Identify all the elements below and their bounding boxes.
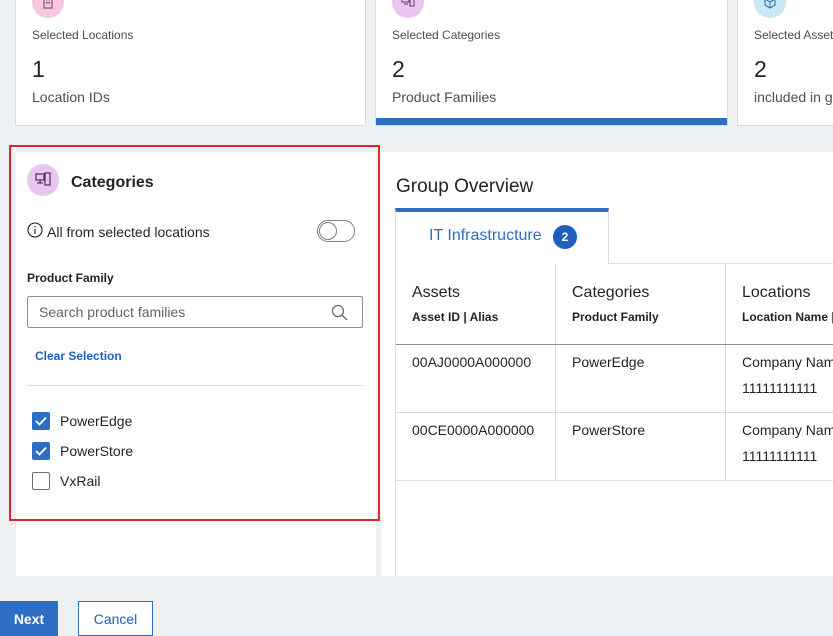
tab-it-infrastructure[interactable]: IT Infrastructure 2	[395, 208, 609, 264]
table-cell-location-id: 11111111111	[742, 380, 818, 396]
table-cell-asset: 00AJ0000A000000	[412, 354, 532, 370]
list-item-label: PowerStore	[60, 443, 134, 459]
list-item-poweredge[interactable]: PowerEdge	[32, 406, 133, 436]
summary-card-sublabel: Location IDs	[32, 89, 110, 105]
computer-icon	[392, 0, 424, 18]
product-family-label: Product Family	[27, 271, 114, 285]
product-family-list: PowerEdge PowerStore VxRail	[32, 406, 133, 496]
computer-icon	[27, 164, 59, 196]
summary-card-count: 2	[392, 56, 405, 82]
summary-card-sublabel: included in g	[754, 89, 833, 105]
clear-selection-link[interactable]: Clear Selection	[35, 349, 122, 363]
list-item-vxrail[interactable]: VxRail	[32, 466, 133, 496]
column-header-categories: Categories	[572, 284, 650, 301]
assets-table: Assets Asset ID | Alias Categories Produ…	[395, 263, 833, 576]
table-cell-category: PowerEdge	[572, 354, 645, 370]
summary-card-count: 2	[754, 56, 767, 82]
summary-card-categories[interactable]: Selected Categories 2 Product Families	[375, 0, 728, 126]
search-input[interactable]	[28, 297, 329, 327]
search-product-families[interactable]	[27, 296, 363, 328]
summary-card-label: Selected Assets	[754, 28, 833, 42]
column-subheader: Asset ID | Alias	[412, 310, 499, 324]
overview-title: Group Overview	[396, 176, 534, 197]
summary-card-sublabel: Product Families	[392, 89, 497, 105]
list-item-label: PowerEdge	[60, 413, 133, 429]
column-subheader: Product Family	[572, 310, 659, 324]
column-divider	[725, 264, 726, 480]
panel-title: Categories	[71, 174, 154, 191]
checkbox-checked[interactable]	[32, 442, 50, 460]
all-locations-row: All from selected locations	[27, 222, 210, 241]
summary-card-assets[interactable]: Selected Assets 2 included in g	[737, 0, 833, 126]
all-locations-toggle[interactable]	[317, 220, 355, 242]
checkbox-checked[interactable]	[32, 412, 50, 430]
tab-label: IT Infrastructure	[429, 227, 542, 244]
group-overview-panel: Group Overview IT Infrastructure 2 Asset…	[381, 152, 833, 576]
table-cell-asset: 00CE0000A000000	[412, 422, 535, 438]
active-card-indicator	[376, 118, 727, 125]
list-item-label: VxRail	[60, 473, 101, 489]
divider	[27, 385, 363, 386]
toggle-knob	[319, 222, 337, 240]
categories-panel: Categories All from selected locations P…	[16, 152, 376, 576]
row-divider	[396, 480, 833, 481]
next-button[interactable]: Next	[0, 601, 58, 636]
cancel-button[interactable]: Cancel	[78, 601, 153, 636]
row-divider	[396, 344, 833, 345]
table-cell-location-name: Company Nam	[742, 354, 833, 370]
column-divider	[555, 264, 556, 480]
column-subheader: Location Name |	[742, 310, 833, 324]
column-header-assets: Assets	[412, 284, 461, 301]
toggle-label: All from selected locations	[47, 223, 210, 240]
column-header-locations: Locations	[742, 284, 811, 301]
summary-card-count: 1	[32, 56, 45, 82]
summary-card-locations[interactable]: Selected Locations 1 Location IDs	[15, 0, 366, 126]
checkbox-unchecked[interactable]	[32, 472, 50, 490]
summary-card-label: Selected Locations	[32, 28, 134, 42]
table-cell-location-name: Company Nam	[742, 422, 833, 438]
cube-icon	[754, 0, 786, 18]
summary-card-label: Selected Categories	[392, 28, 501, 42]
table-cell-location-id: 11111111111	[742, 448, 818, 464]
list-item-powerstore[interactable]: PowerStore	[32, 436, 133, 466]
table-cell-category: PowerStore	[572, 422, 646, 438]
row-divider	[396, 412, 833, 413]
search-icon[interactable]	[331, 304, 348, 326]
count-badge: 2	[553, 225, 577, 249]
building-icon	[32, 0, 64, 18]
info-icon	[27, 222, 43, 241]
